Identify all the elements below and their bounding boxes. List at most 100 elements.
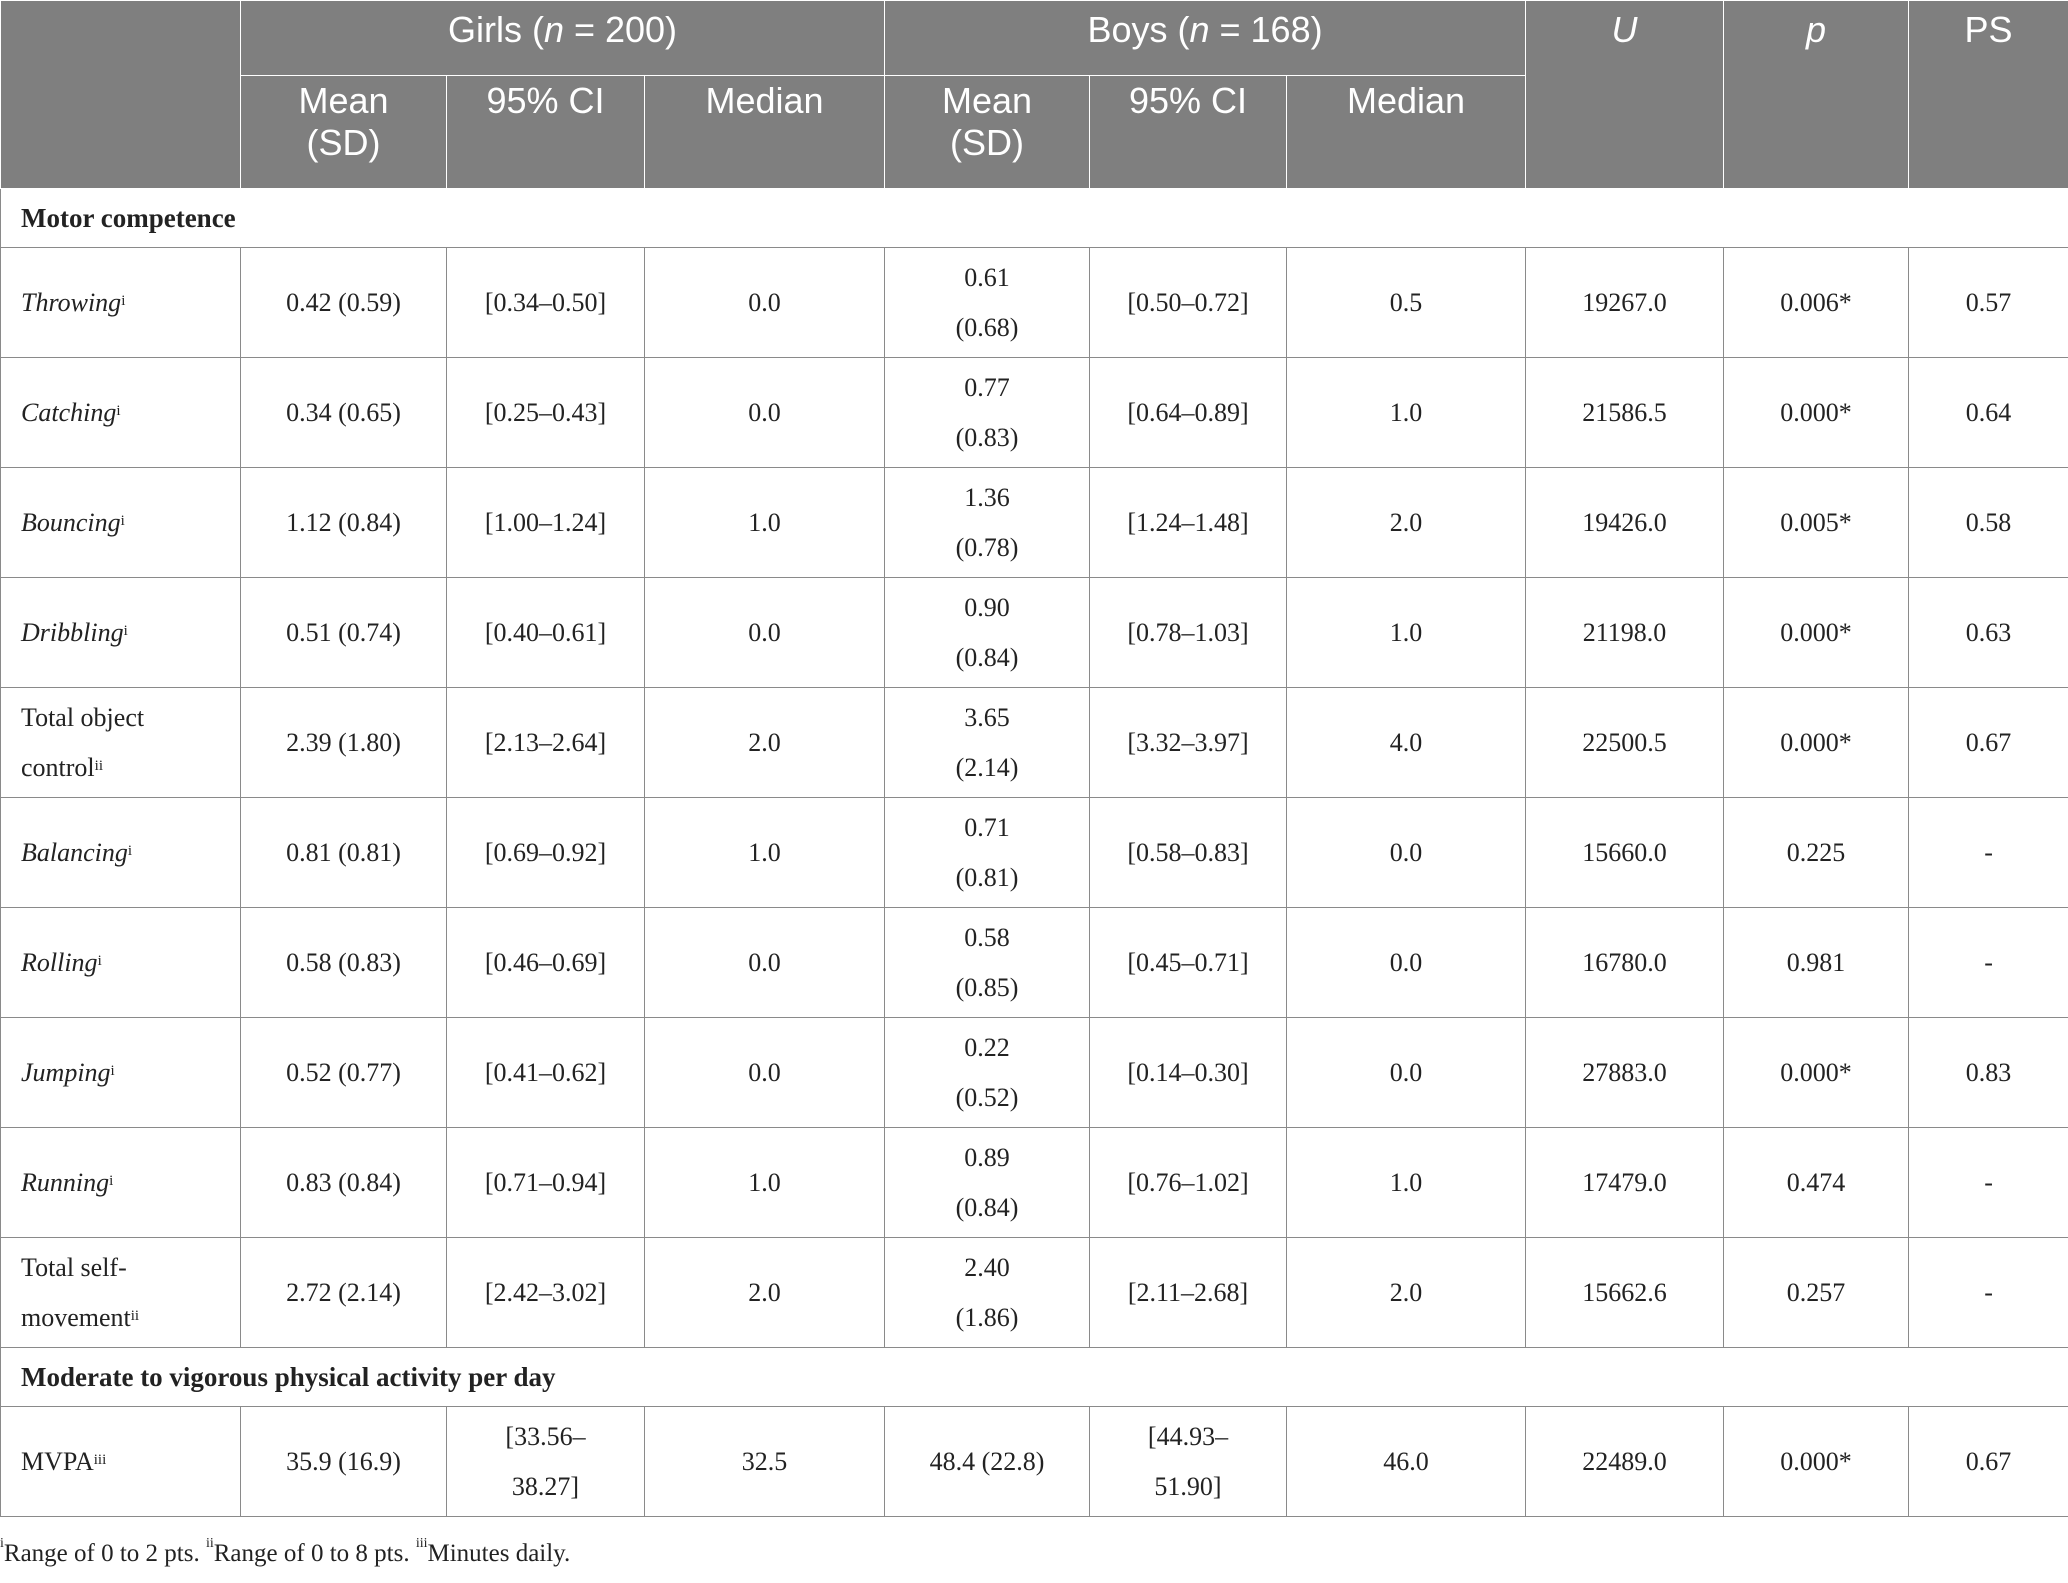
boys-median-cell: 46.0 <box>1286 1406 1527 1517</box>
boys-mean-value: 0.58 <box>964 922 1010 952</box>
footnote-sup-1: i <box>0 1536 4 1551</box>
section-row-motor: Motor competence <box>0 188 2068 248</box>
boys-mean-cell: 0.58 (0.85) <box>884 907 1091 1018</box>
header-empty-cell <box>0 0 241 189</box>
header-mean-line2: (SD) <box>306 122 381 163</box>
row-label-footnote-marker: ii <box>130 1307 140 1324</box>
girls-mean-cell: 0.52 (0.77) <box>240 1017 447 1128</box>
girls-mean-cell: 2.72 (2.14) <box>240 1237 447 1348</box>
p-cell: 0.000* <box>1723 357 1910 468</box>
boys-mean-cell: 3.65 (2.14) <box>884 687 1091 798</box>
section-title-mvpa: Moderate to vigorous physical activity p… <box>0 1347 2068 1407</box>
girls-median-cell: 1.0 <box>643 797 886 908</box>
row-label-footnote-marker: i <box>97 952 102 969</box>
u-cell: 21586.5 <box>1525 357 1725 468</box>
table-row: Balancingi 0.81 (0.81) [0.69–0.92] 1.0 0.71(… <box>0 797 2068 908</box>
girls-mean-cell: 35.9 (16.9) <box>240 1406 447 1517</box>
footnote-text-1: Range of 0 to 2 pts. <box>3 1540 206 1567</box>
girls-ci-cell: [0.69–0.92] <box>446 797 645 908</box>
girls-ci-cell: [33.56– 38.27] <box>446 1406 645 1517</box>
boys-median-cell: 1.0 <box>1286 1127 1527 1238</box>
boys-sd-value: (0.78) <box>955 532 1019 562</box>
girls-ci-cell: [2.42–3.02] <box>446 1237 645 1348</box>
u-cell: 15660.0 <box>1525 797 1725 908</box>
header-boys: Boys (n = 168) <box>884 0 1527 76</box>
boys-ci-line2: 51.90] <box>1154 1471 1222 1501</box>
boys-ci-cell: [1.24–1.48] <box>1089 467 1288 578</box>
row-label-text: Jumping <box>21 1057 111 1087</box>
header-girls-mean: Mean (SD) <box>240 75 447 189</box>
p-cell: 0.006* <box>1723 247 1910 358</box>
boys-mean-cell: 2.40 (1.86) <box>884 1237 1091 1348</box>
boys-mean-cell: 1.36 (0.78) <box>884 467 1091 578</box>
girls-mean-cell: 0.42 (0.59) <box>240 247 447 358</box>
ps-cell: 0.63 <box>1908 577 2068 688</box>
girls-mean-cell: 0.51 (0.74) <box>240 577 447 688</box>
girls-mean-cell: 0.58 (0.83) <box>240 907 447 1018</box>
header-boys-suffix: = 168) <box>1209 9 1323 50</box>
section-row-mvpa: Moderate to vigorous physical activity p… <box>0 1347 2068 1407</box>
boys-median-cell: 1.0 <box>1286 357 1527 468</box>
row-label: Runningi <box>0 1127 241 1238</box>
boys-sd-value: (0.85) <box>955 972 1019 1002</box>
row-label-line2: control <box>21 752 95 782</box>
row-label-text: Rolling <box>21 947 98 977</box>
boys-mean-cell: 0.77 (0.83) <box>884 357 1091 468</box>
row-label: Total object controlii <box>0 687 241 798</box>
row-label-footnote-marker: ii <box>94 757 103 774</box>
ps-cell: - <box>1908 1237 2068 1348</box>
boys-ci-cell: [0.78–1.03] <box>1089 577 1288 688</box>
row-label: Rollingi <box>0 907 241 1018</box>
table-row: Rollingi 0.58 (0.83) [0.46–0.69] 0.0 0.58 (0.… <box>0 907 2068 1018</box>
u-cell: 27883.0 <box>1525 1017 1725 1128</box>
girls-median-cell: 0.0 <box>643 1017 886 1128</box>
header-u: U <box>1525 0 1725 189</box>
p-cell: 0.000* <box>1723 1017 1910 1128</box>
footnote-sup-3: iii <box>415 1536 428 1551</box>
boys-mean-cell: 0.71 (0.81) <box>884 797 1091 908</box>
row-label: Dribblingi <box>0 577 241 688</box>
girls-median-cell: 0.0 <box>643 357 886 468</box>
table-row-mvpa: MVPAiii 35.9 (16.9) [33.56– 38.27] 32.5 48.4 … <box>0 1406 2068 1517</box>
u-cell: 22500.5 <box>1525 687 1725 798</box>
row-label-footnote-marker: iii <box>93 1451 107 1468</box>
table-row: Total self-movementii 2.72 (2.14) [2.42–3.… <box>0 1237 2068 1348</box>
girls-median-cell: 0.0 <box>643 907 886 1018</box>
row-label-text: Dribbling <box>21 617 124 647</box>
header-boys-ci: 95% CI <box>1089 75 1288 189</box>
girls-ci-cell: [0.41–0.62] <box>446 1017 645 1128</box>
boys-mean-cell: 0.22 (0.52) <box>884 1017 1091 1128</box>
header-boys-median: Median <box>1286 75 1527 189</box>
results-table-container: Girls (n = 200) Boys (n = 168) U p PS Me… <box>0 0 2068 1567</box>
girls-ci-cell: [2.13–2.64] <box>446 687 645 798</box>
row-label: Balancingi <box>0 797 241 908</box>
girls-median-cell: 2.0 <box>643 687 886 798</box>
header-mean-line2: (SD) <box>950 122 1025 163</box>
table-row: Jumpingi 0.52 (0.77) [0.41–0.62] 0.0 0.22 (0.… <box>0 1017 2068 1128</box>
row-label-footnote-marker: i <box>123 622 128 639</box>
table-header: Girls (n = 200) Boys (n = 168) U p PS Me… <box>0 0 2068 189</box>
u-cell: 17479.0 <box>1525 1127 1725 1238</box>
girls-ci-cell: [1.00–1.24] <box>446 467 645 578</box>
boys-ci-cell: [3.32–3.97] <box>1089 687 1288 798</box>
girls-mean-cell: 0.34 (0.65) <box>240 357 447 468</box>
p-cell: 0.000* <box>1723 577 1910 688</box>
u-cell: 15662.6 <box>1525 1237 1725 1348</box>
boys-ci-line1: [44.93– <box>1147 1421 1229 1451</box>
header-girls-n: n <box>543 9 564 50</box>
boys-mean-cell: 0.90 (0.84) <box>884 577 1091 688</box>
p-cell: 0.000* <box>1723 1406 1910 1517</box>
girls-median-cell: 0.0 <box>643 247 886 358</box>
header-boys-n: n <box>1189 9 1210 50</box>
row-label: Jumpingi <box>0 1017 241 1128</box>
boys-mean-value: 0.22 <box>964 1032 1010 1062</box>
u-cell: 22489.0 <box>1525 1406 1725 1517</box>
row-label-line2: movement <box>21 1302 131 1332</box>
p-cell: 0.000* <box>1723 687 1910 798</box>
boys-median-cell: 0.0 <box>1286 1017 1527 1128</box>
boys-mean-value: 2.40 <box>964 1252 1010 1282</box>
section-title-motor: Motor competence <box>0 188 2068 248</box>
p-cell: 0.005* <box>1723 467 1910 578</box>
footnote-text-3: Minutes daily. <box>427 1540 571 1567</box>
table-row: Throwingi 0.42 (0.59) [0.34–0.50] 0.0 0.61 (0… <box>0 247 2068 358</box>
